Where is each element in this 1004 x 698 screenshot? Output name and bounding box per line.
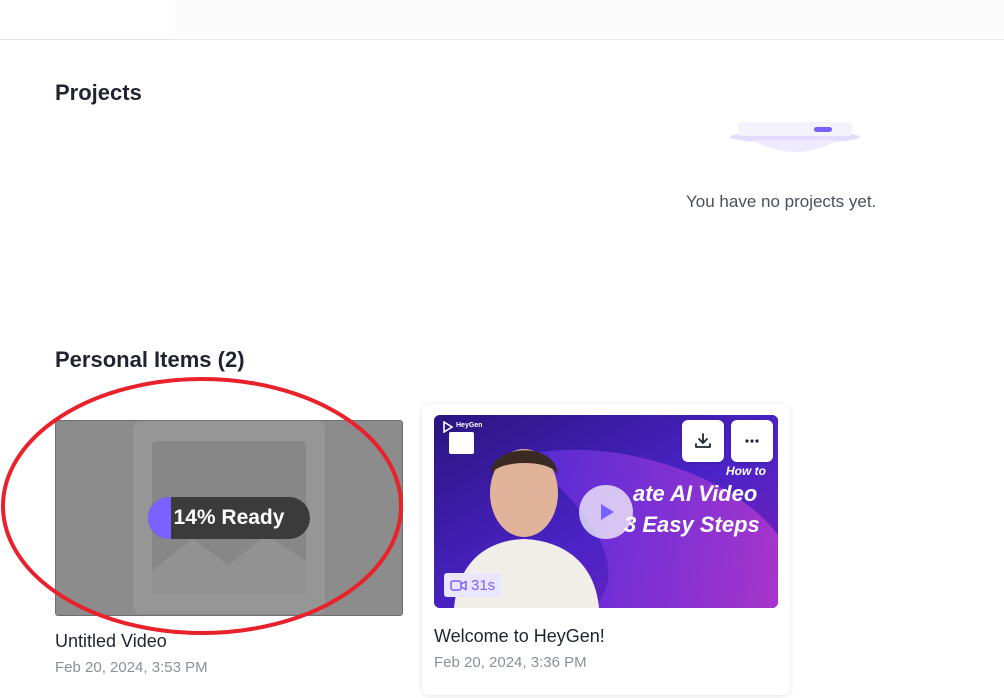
video-card-untitled[interactable]: 14% Ready	[55, 420, 403, 616]
duration-label: 31s	[471, 576, 496, 594]
play-icon	[601, 504, 614, 520]
select-checkbox[interactable]	[449, 432, 474, 454]
play-button[interactable]	[579, 485, 633, 539]
video-title[interactable]: Welcome to HeyGen!	[434, 626, 605, 647]
video-thumbnail[interactable]: HeyGen How to ate AI Video 3 Easy Steps …	[434, 415, 778, 608]
thumbnail-heading-line2: 3 Easy Steps	[624, 512, 760, 537]
more-icon	[745, 439, 759, 443]
duration-badge: 31s	[444, 573, 502, 597]
download-button[interactable]	[682, 420, 724, 462]
empty-projects-illustration	[730, 122, 860, 152]
video-camera-icon	[450, 579, 467, 591]
progress-indicator: 14% Ready	[148, 497, 310, 539]
empty-projects-message: You have no projects yet.	[686, 192, 877, 211]
download-icon	[695, 433, 711, 448]
progress-label: 14% Ready	[173, 506, 285, 529]
thumbnail-heading-small: How to	[726, 464, 766, 478]
video-date: Feb 20, 2024, 3:53 PM	[55, 659, 208, 676]
top-bar	[0, 0, 1004, 40]
thumbnail-brand: HeyGen	[456, 422, 483, 429]
thumbnail-heading-line1: ate AI Video	[633, 481, 758, 506]
more-options-button[interactable]	[731, 420, 773, 462]
video-date: Feb 20, 2024, 3:36 PM	[434, 654, 587, 671]
video-title[interactable]: Untitled Video	[55, 631, 167, 652]
top-bar-area	[175, 0, 1004, 39]
projects-title: Projects	[55, 80, 142, 105]
personal-items-title: Personal Items (2)	[55, 347, 245, 372]
